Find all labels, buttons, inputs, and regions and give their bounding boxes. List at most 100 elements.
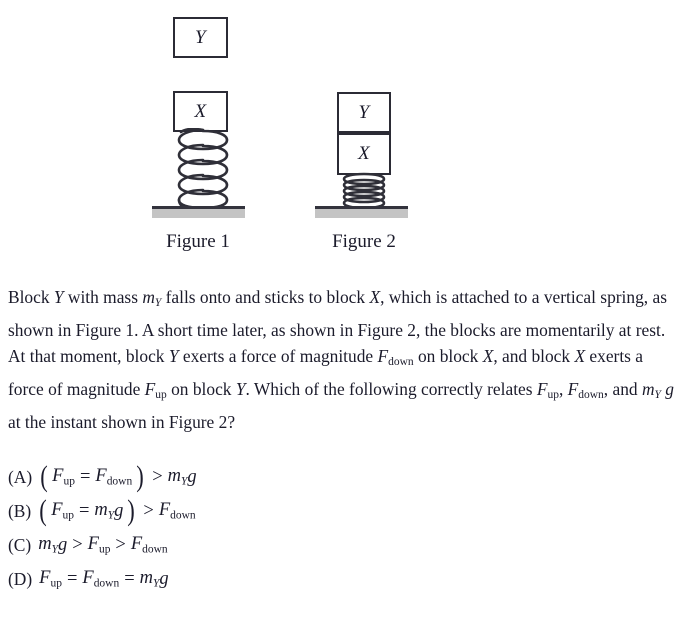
math-symbol: F: [87, 534, 99, 555]
block-label: Y: [358, 101, 370, 123]
math-term: mY: [38, 534, 58, 555]
math-symbol: g: [159, 568, 169, 589]
math-symbol: m: [94, 500, 108, 521]
text-run: on block: [413, 346, 483, 367]
choice-b[interactable]: (B)(Fup = mY g) > Fdown: [8, 494, 680, 528]
math-term: Fdown: [82, 568, 119, 589]
text-run: F: [567, 378, 579, 399]
spring-extended: [166, 128, 238, 212]
math-symbol: F: [51, 500, 63, 521]
math-symbol: F: [52, 466, 64, 487]
math-symbol: m: [167, 466, 181, 487]
text-run: , and: [603, 378, 642, 399]
text-run: Y: [53, 287, 64, 307]
block-x-stacked: X: [337, 133, 391, 175]
spring-compressed: [333, 172, 395, 210]
choice-d[interactable]: (D) Fup = Fdown = mY g: [8, 562, 680, 596]
math-symbol: F: [95, 466, 107, 487]
math-term: mY: [140, 568, 160, 589]
math-operator: >: [152, 466, 163, 487]
math-term: mY: [168, 466, 188, 487]
math-symbol: g: [57, 534, 68, 555]
math-subscript: down: [106, 475, 133, 488]
text-run: with mass: [63, 287, 143, 307]
math-symbol: g: [114, 500, 124, 521]
choice-letter: (A): [8, 466, 33, 487]
text-run: ,: [558, 378, 568, 399]
left-paren: (: [39, 494, 47, 527]
left-paren: (: [40, 460, 48, 493]
math-subscript: up: [98, 543, 111, 556]
group-contents: Fup = mY g: [48, 500, 126, 521]
choice-expression: (Fup = Fdown) > mY g: [39, 460, 197, 493]
choice-a[interactable]: (A)(Fup = Fdown) > mY g: [8, 460, 680, 494]
math-operator: =: [79, 466, 91, 487]
choice-expression: Fup = Fdown = mY g: [39, 568, 168, 589]
text-run: Block: [8, 287, 54, 307]
text-run: Y: [168, 346, 179, 367]
block-label: X: [194, 100, 207, 122]
math-symbol: g: [187, 466, 197, 487]
right-paren: ): [127, 494, 136, 527]
math-symbol: m: [139, 568, 153, 589]
figures-container: Y X Figure 1 Y X Figure 2: [0, 0, 687, 262]
text-run: , which is attached to a: [380, 287, 540, 307]
text-run: falls onto and sticks to block: [161, 287, 370, 307]
text-run: X: [369, 287, 381, 307]
math-subscript: down: [142, 543, 168, 556]
math-term: g: [159, 569, 168, 590]
math-term: Fup: [88, 534, 111, 555]
parenthesized-group: (Fup = Fdown): [39, 460, 145, 493]
block-label: X: [357, 143, 371, 164]
text-run: exerts a force of: [178, 346, 296, 367]
choice-letter: (C): [8, 534, 32, 555]
choice-expression: mY g > Fup > Fdown: [38, 534, 167, 555]
text-run: F: [536, 378, 548, 399]
text-run: at the instant: [8, 411, 97, 432]
text-run: , and block: [493, 346, 575, 367]
math-symbol: m: [38, 534, 52, 555]
choice-letter: (B): [8, 500, 32, 521]
text-run: X: [482, 346, 494, 367]
math-symbol: F: [130, 534, 143, 555]
ground-figure-2: [315, 206, 408, 218]
math-term: g: [58, 535, 67, 556]
math-subscript: up: [62, 509, 74, 522]
math-term: mY: [94, 500, 114, 521]
math-term: g: [114, 501, 123, 522]
math-operator: =: [78, 500, 90, 521]
block-y-stacked: Y: [337, 92, 391, 133]
math-term: Fdown: [159, 500, 196, 521]
math-term: Fup: [51, 500, 74, 521]
choice-c[interactable]: (C) mY g > Fup > Fdown: [8, 528, 680, 562]
figure-2-caption: Figure 2: [332, 231, 396, 252]
text-run: shown in Figure 2?: [101, 411, 236, 432]
text-run: X: [574, 346, 586, 367]
figure-1-caption: Figure 1: [166, 231, 230, 252]
prose-line-1: Block Y with mass mY falls onto and stic…: [8, 287, 540, 309]
math-subscript: down: [170, 509, 196, 522]
math-subscript: up: [50, 577, 62, 590]
math-subscript: down: [93, 577, 120, 590]
parenthesized-group: (Fup = mY g): [38, 494, 136, 527]
math-subscript: up: [63, 475, 75, 488]
math-term: Fdown: [131, 534, 168, 555]
math-term: Fup: [39, 568, 62, 589]
answer-choices: (A)(Fup = Fdown) > mY g (B)(Fup = mY g) > Fdown (C) m…: [8, 460, 680, 596]
text-run: F: [144, 378, 156, 399]
block-label: Y: [194, 26, 207, 48]
text-run: . Which of the following correctly relat…: [245, 378, 537, 399]
math-operator: >: [72, 534, 83, 555]
text-run: block: [192, 378, 236, 399]
choice-letter: (D): [8, 568, 33, 589]
text-run: on: [166, 378, 189, 399]
prose-line-6: shown in Figure 2?: [101, 412, 235, 432]
math-term: Fup: [52, 466, 75, 487]
choice-expression: (Fup = mY g) > Fdown: [38, 494, 196, 527]
subscript: up: [155, 389, 167, 402]
ground-figure-1: [152, 206, 245, 218]
math-operator: =: [124, 568, 135, 589]
math-term: Fdown: [95, 466, 132, 487]
block-y-falling: Y: [173, 17, 228, 58]
math-operator: >: [143, 500, 154, 521]
